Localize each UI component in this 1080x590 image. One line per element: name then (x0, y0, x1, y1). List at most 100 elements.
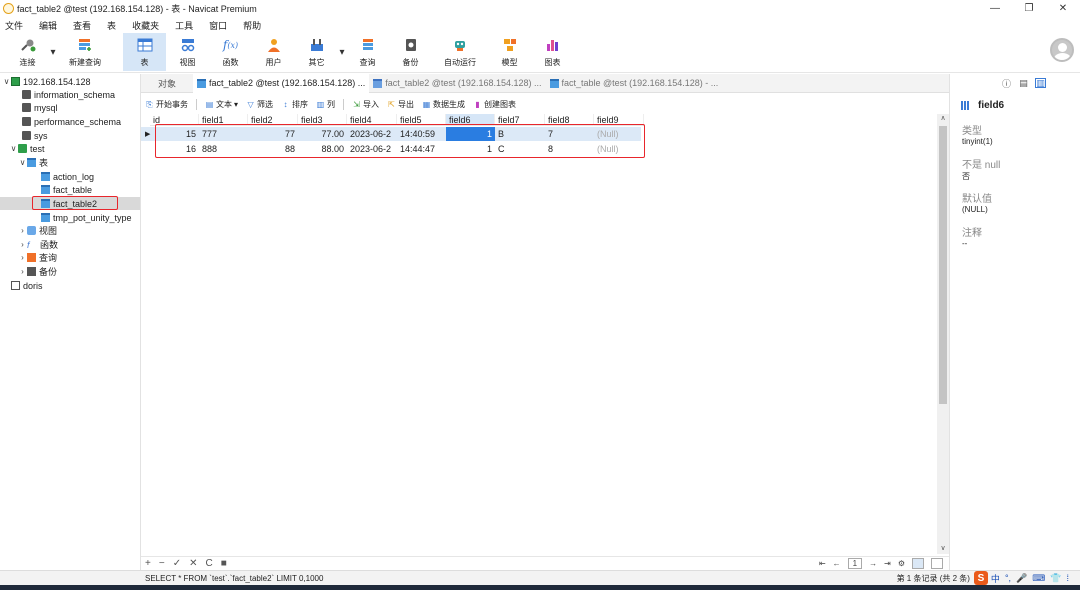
column-header-field5[interactable]: field5 (397, 114, 446, 126)
tree-db-test[interactable]: ∨ test (9, 142, 45, 155)
cell-field3[interactable]: 88.00 (298, 142, 347, 156)
minimize-button[interactable]: — (978, 0, 1012, 17)
toolbar-function-button[interactable]: f (x) 函数 (209, 33, 252, 71)
skin-icon[interactable]: 👕 (1050, 573, 1061, 584)
text-mode-button[interactable]: ▤ 文本 ▾ (205, 99, 238, 110)
menu-table[interactable]: 表 (107, 19, 116, 32)
toolbar-model-button[interactable]: 模型 (488, 33, 531, 71)
column-header-field1[interactable]: field1 (199, 114, 248, 126)
toolbar-connect-button[interactable]: 连接 (6, 33, 49, 71)
toolbar-view-button[interactable]: 视图 (166, 33, 209, 71)
cell-field9[interactable]: (Null) (594, 127, 641, 141)
tree-table-tmp-pot-unity-type[interactable]: tmp_pot_unity_type (41, 211, 132, 224)
cell-field6[interactable]: 1 (446, 127, 495, 141)
menu-help[interactable]: 帮助 (243, 19, 261, 32)
cell-field3[interactable]: 77.00 (298, 127, 347, 141)
create-chart-button[interactable]: ▮ 创建图表 (473, 99, 516, 110)
add-record-button[interactable]: + (145, 558, 151, 569)
chevron-down-icon[interactable]: ∨ (2, 77, 11, 86)
menu-view[interactable]: 查看 (73, 19, 91, 32)
keyboard-icon[interactable]: ⌨ (1032, 573, 1045, 584)
tree-group-queries[interactable]: › 查询 (18, 251, 57, 264)
ime-menu-icon[interactable]: ⁞ (1066, 573, 1069, 583)
cell-field2[interactable]: 88 (248, 142, 298, 156)
cell-field7[interactable]: C (495, 142, 545, 156)
tree-connection-doris[interactable]: doris (11, 279, 43, 292)
toolbar-user-button[interactable]: 用户 (252, 33, 295, 71)
cell-field4[interactable]: 2023-06-2 (347, 142, 397, 156)
column-header-field3[interactable]: field3 (298, 114, 347, 126)
tree-db-performance-schema[interactable]: performance_schema (22, 115, 121, 128)
scroll-up-icon[interactable]: ∧ (937, 114, 949, 124)
tree-group-backups[interactable]: › 备份 (18, 265, 57, 278)
other-dropdown-icon[interactable]: ▾ (338, 33, 346, 71)
filter-button[interactable]: ▽ 筛选 (246, 99, 273, 110)
page-settings-button[interactable]: ⚙ (898, 559, 905, 568)
chevron-right-icon[interactable]: › (18, 240, 27, 249)
cell-field5[interactable]: 14:40:59 (397, 127, 446, 141)
page-number-input[interactable]: 1 (847, 558, 863, 569)
chevron-down-icon[interactable]: ∨ (18, 158, 27, 167)
toolbar-chart-button[interactable]: 图表 (531, 33, 574, 71)
ime-punctuation-icon[interactable]: °, (1005, 573, 1011, 583)
user-avatar[interactable] (1050, 38, 1074, 62)
tree-table-fact-table2[interactable]: fact_table2 (0, 197, 140, 210)
cell-field5[interactable]: 14:44:47 (397, 142, 446, 156)
microphone-icon[interactable]: 🎤 (1016, 573, 1027, 584)
chevron-down-icon[interactable]: ∨ (9, 144, 18, 153)
toolbar-backup-button[interactable]: 备份 (389, 33, 432, 71)
tree-connection-node[interactable]: ∨ 192.168.154.128 (2, 75, 91, 88)
column-header-field2[interactable]: field2 (248, 114, 298, 126)
apply-changes-button[interactable]: ✓ (173, 558, 181, 569)
grid-view-toggle[interactable] (912, 558, 924, 569)
generate-data-button[interactable]: ▦ 数据生成 (422, 99, 465, 110)
toolbar-new-query-button[interactable]: 新建查询 (57, 33, 113, 71)
grid-vertical-scrollbar[interactable]: ∧ ∨ (937, 114, 949, 554)
ime-language-toggle[interactable]: 中 (991, 572, 1000, 585)
cell-field8[interactable]: 7 (545, 127, 594, 141)
field-detail-icon[interactable]: ▥ (1035, 78, 1046, 88)
cell-field8[interactable]: 8 (545, 142, 594, 156)
table-row[interactable]: ▶ 15 777 77 77.00 2023-06-2 14:40:59 1 B… (141, 127, 641, 141)
cell-field1[interactable]: 777 (199, 127, 248, 141)
refresh-button[interactable]: C (205, 558, 212, 569)
ddl-icon[interactable]: ▤ (1018, 78, 1029, 88)
tree-db-sys[interactable]: sys (22, 129, 48, 142)
tree-table-action-log[interactable]: action_log (41, 170, 94, 183)
tree-group-views[interactable]: › 视图 (18, 224, 57, 237)
column-header-field9[interactable]: field9 (594, 114, 644, 126)
last-page-button[interactable]: ⇥ (884, 559, 891, 568)
chevron-right-icon[interactable]: › (18, 267, 27, 276)
scrollbar-thumb[interactable] (939, 126, 947, 404)
columns-button[interactable]: ▥ 列 (316, 99, 335, 110)
cell-field1[interactable]: 888 (199, 142, 248, 156)
chevron-right-icon[interactable]: › (18, 253, 27, 262)
column-header-field4[interactable]: field4 (347, 114, 397, 126)
toolbar-other-button[interactable]: 其它 (295, 33, 338, 71)
tab-objects[interactable]: 对象 (141, 74, 193, 93)
tree-table-fact-table[interactable]: fact_table (41, 183, 92, 196)
first-page-button[interactable]: ⇤ (819, 559, 826, 568)
sogou-ime-icon[interactable]: S (973, 571, 988, 585)
maximize-button[interactable]: ❐ (1012, 0, 1046, 17)
cell-id[interactable]: 16 (150, 142, 199, 156)
export-button[interactable]: ⇱ 导出 (387, 99, 414, 110)
delete-record-button[interactable]: − (159, 558, 165, 569)
stop-button[interactable]: ■ (221, 558, 227, 569)
info-icon[interactable]: ⓘ (1001, 78, 1012, 89)
menu-favorites[interactable]: 收藏夹 (132, 19, 159, 32)
scroll-down-icon[interactable]: ∨ (937, 544, 949, 554)
previous-page-button[interactable]: ← (833, 559, 841, 568)
connect-dropdown-icon[interactable]: ▾ (49, 33, 57, 71)
cell-field4[interactable]: 2023-06-2 (347, 127, 397, 141)
column-header-field8[interactable]: field8 (545, 114, 594, 126)
menu-edit[interactable]: 编辑 (39, 19, 57, 32)
tree-group-functions[interactable]: › f 函数 (18, 238, 58, 251)
discard-changes-button[interactable]: ✕ (189, 558, 197, 569)
chevron-right-icon[interactable]: › (18, 226, 27, 235)
toolbar-query-button[interactable]: 查询 (346, 33, 389, 71)
tab-fact-table[interactable]: fact_table @test (192.168.154.128) - ... (546, 74, 723, 93)
menu-tools[interactable]: 工具 (175, 19, 193, 32)
toolbar-table-button[interactable]: 表 (123, 33, 166, 71)
form-view-toggle[interactable] (931, 558, 943, 569)
